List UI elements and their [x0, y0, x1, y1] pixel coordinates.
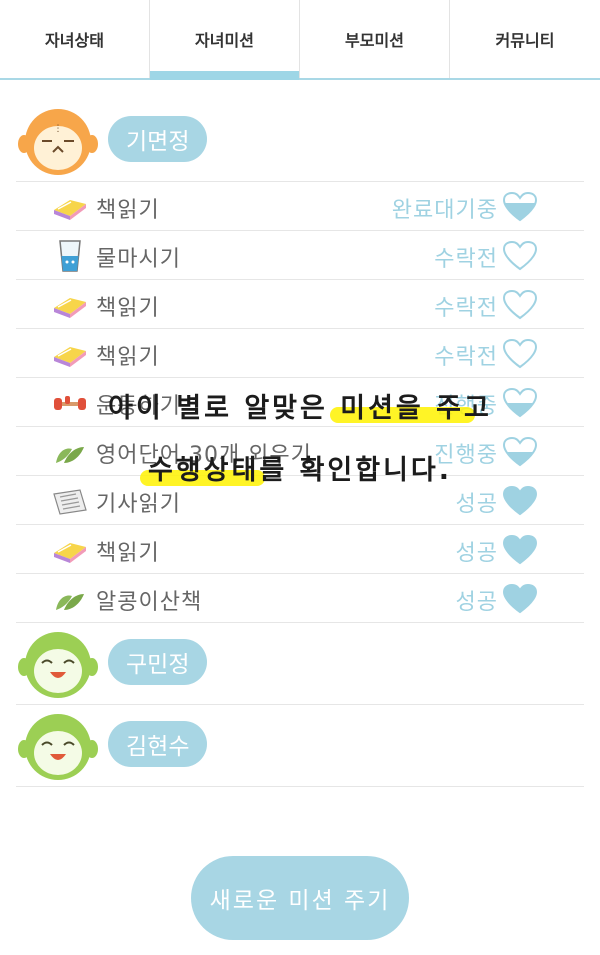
mission-row[interactable]: 물마시기 수락전: [16, 231, 584, 280]
book-icon: [54, 543, 86, 563]
leaf-icon: [56, 594, 84, 610]
tab-child-status[interactable]: 자녀상태: [0, 0, 150, 78]
mission-title: 책읽기: [96, 541, 160, 566]
tab-label: 커뮤니티: [495, 31, 555, 50]
tab-bar: 자녀상태 자녀미션 부모미션 커뮤니티: [0, 0, 600, 80]
tab-label: 자녀상태: [45, 31, 104, 50]
new-mission-button[interactable]: 새로운 미션 주기: [191, 856, 409, 940]
mission-title: 책읽기: [96, 296, 160, 321]
book-icon: [54, 200, 86, 220]
mission-row[interactable]: 책읽기 수락전: [16, 329, 584, 378]
child-header-3[interactable]: 김현수: [16, 705, 584, 787]
orange-mascot-avatar-icon: ⋮: [18, 109, 98, 175]
heart-empty-icon: [502, 289, 538, 320]
mission-row[interactable]: 책읽기 수락전: [16, 280, 584, 329]
heart-empty-icon: [502, 338, 538, 369]
child-header-1[interactable]: ⋮ 기면정: [16, 100, 584, 182]
mission-title: 책읽기: [96, 345, 160, 370]
mission-row[interactable]: 책읽기 완료대기중: [16, 182, 584, 231]
heart-full-icon: [502, 583, 538, 614]
tab-label: 부모미션: [345, 31, 404, 50]
mission-status: 수락전: [434, 247, 498, 272]
mission-status: 수락전: [434, 345, 498, 370]
mission-status: 완료대기중: [391, 198, 498, 223]
mission-status: 성공: [455, 541, 498, 566]
tab-child-missions[interactable]: 자녀미션: [150, 0, 300, 80]
mission-row[interactable]: 알콩이산책 성공: [16, 574, 584, 623]
mission-title: 알콩이산책: [96, 590, 203, 615]
tab-label: 자녀미션: [195, 31, 254, 50]
book-icon: [54, 347, 86, 367]
heart-empty-icon: [502, 240, 538, 271]
child-header-2[interactable]: 구민정: [16, 623, 584, 705]
tab-community[interactable]: 커뮤니티: [450, 0, 600, 78]
mission-title: 물마시기: [96, 247, 181, 272]
child-mission-list: ⋮ 기면정 책읽기 완료대기중 물마시기 수락전 책읽기 수락전 책읽기 수락전…: [16, 100, 584, 787]
mission-row[interactable]: 책읽기 성공: [16, 525, 584, 574]
mission-title: 책읽기: [96, 198, 160, 223]
child-name-pill[interactable]: 구민정: [108, 639, 208, 685]
green-mascot-avatar-icon: [18, 632, 98, 698]
child-name-pill[interactable]: 기면정: [108, 116, 208, 162]
newspaper-icon: [53, 489, 87, 515]
child-name-pill[interactable]: 김현수: [108, 721, 208, 767]
green-mascot-avatar-icon: [18, 714, 98, 780]
heart-full-icon: [502, 534, 538, 565]
mission-status: 성공: [455, 590, 498, 615]
svg-text:⋮: ⋮: [54, 124, 63, 134]
mission-status: 수락전: [434, 296, 498, 321]
mission-title: 기사읽기: [96, 492, 181, 517]
book-icon: [54, 298, 86, 318]
caption-line-2: 수행상태를 확인합니다.: [147, 455, 453, 486]
water-cup-icon: [59, 240, 81, 272]
tab-parent-missions[interactable]: 부모미션: [300, 0, 450, 78]
mission-status: 성공: [455, 492, 498, 517]
caption-line-1: 아이 별로 알맞은 미션을 주고: [108, 393, 492, 424]
heart-half-icon: [502, 191, 538, 222]
heart-full-icon: [502, 485, 538, 516]
